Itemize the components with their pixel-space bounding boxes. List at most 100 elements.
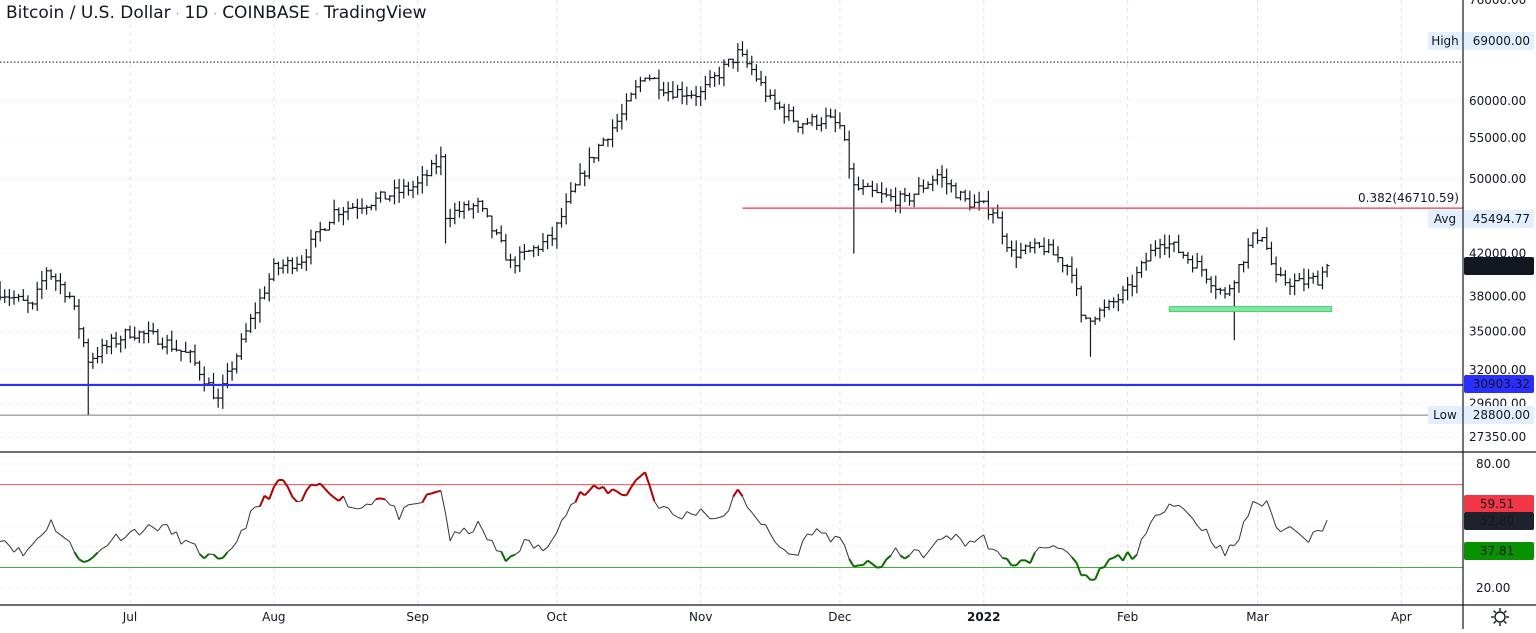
- rsi-line-segment: [399, 508, 404, 520]
- settings-gear-icon[interactable]: [1488, 605, 1512, 629]
- rsi-line-segment: [1285, 527, 1290, 529]
- rsi-line-segment: [562, 515, 567, 520]
- rsi-line-segment: [88, 557, 93, 560]
- rsi-line-segment: [153, 527, 158, 531]
- rsi-line-segment: [594, 485, 599, 489]
- rsi-line-segment: [1155, 515, 1160, 516]
- fib-label: 0.382(46710.59): [1358, 191, 1459, 205]
- rsi-line-segment: [427, 493, 432, 494]
- rsi-line-segment: [998, 552, 1003, 558]
- price-chart[interactable]: 0.382(46710.59)76000.0060000.0055000.005…: [0, 0, 1536, 629]
- time-tick-label: Nov: [689, 610, 712, 624]
- rsi-line-segment: [23, 549, 28, 556]
- rsi-line-segment: [1188, 514, 1193, 519]
- rsi-line-segment: [1146, 522, 1151, 533]
- rsi-line-segment: [362, 504, 367, 508]
- rsi-line-segment: [1197, 525, 1202, 530]
- rsi-line-segment: [738, 489, 743, 496]
- rsi-line-segment: [432, 492, 437, 494]
- source: TradingView: [324, 3, 427, 23]
- rsi-line-segment: [608, 489, 613, 493]
- rsi-line-segment: [0, 541, 5, 542]
- rsi-line-segment: [905, 555, 910, 558]
- rsi-line-segment: [1248, 501, 1253, 515]
- rsi-line-segment: [1295, 530, 1300, 534]
- rsi-line-segment: [826, 533, 831, 542]
- rsi-line-segment: [942, 536, 947, 539]
- price-badge-high-value: 69000.00: [1473, 34, 1530, 48]
- rsi-line-segment: [260, 496, 265, 507]
- rsi-line-segment: [775, 542, 780, 547]
- rsi-line-segment: [678, 517, 683, 519]
- rsi-line-segment: [1053, 546, 1058, 549]
- rsi-line-segment: [696, 509, 701, 515]
- rsi-line-segment: [1058, 548, 1063, 549]
- time-tick-label: 2022: [967, 610, 1000, 624]
- rsi-line-segment: [186, 540, 191, 542]
- interval[interactable]: 1D: [184, 3, 208, 23]
- rsi-line-segment: [840, 538, 845, 546]
- price-tick-label: 55000.00: [1469, 131, 1526, 145]
- time-tick-label: Oct: [547, 610, 568, 624]
- symbol-name[interactable]: Bitcoin / U.S. Dollar: [6, 3, 171, 23]
- rsi-line-segment: [93, 553, 98, 558]
- rsi-line-segment: [195, 544, 200, 554]
- rsi-line-segment: [455, 532, 460, 534]
- rsi-line-segment: [1067, 552, 1072, 557]
- rsi-line-segment: [534, 545, 539, 548]
- rsi-line-segment: [302, 491, 307, 501]
- rsi-line-segment: [817, 529, 822, 533]
- rsi-line-segment: [687, 512, 692, 514]
- rsi-line-segment: [181, 540, 186, 544]
- exchange: COINBASE: [222, 3, 310, 23]
- rsi-line-segment: [877, 567, 882, 568]
- price-tick-label: 35000.00: [1469, 325, 1526, 339]
- rsi-line-segment: [965, 541, 970, 546]
- rsi-line-segment: [812, 529, 817, 536]
- rsi-line-segment: [390, 505, 395, 506]
- price-badge-high-tag-text: High: [1431, 34, 1459, 48]
- rsi-line-segment: [404, 505, 409, 508]
- price-tick-label: 76000.00: [1469, 0, 1526, 7]
- rsi-line-segment: [283, 480, 288, 487]
- rsi-line-segment: [780, 547, 785, 550]
- rsi-line-segment: [209, 554, 214, 555]
- rsi-line-segment: [548, 540, 553, 547]
- rsi-line-segment: [176, 532, 181, 544]
- rsi-line-segment: [589, 485, 594, 490]
- rsi-line-segment: [794, 555, 799, 556]
- rsi-line-segment: [919, 550, 924, 557]
- rsi-line-segment: [130, 529, 135, 532]
- rsi-badge-value: 52.80: [1480, 514, 1514, 528]
- rsi-line-segment: [60, 535, 65, 539]
- rsi-line-segment: [933, 540, 938, 546]
- rsi-line-segment: [1016, 560, 1021, 565]
- time-tick-label: Apr: [1391, 610, 1412, 624]
- rsi-line-segment: [1271, 513, 1276, 527]
- rsi-line-segment: [436, 491, 441, 492]
- support-zone-rectangle[interactable]: [1169, 307, 1331, 312]
- rsi-line-segment: [742, 496, 747, 507]
- rsi-line-segment: [1309, 532, 1314, 542]
- rsi-line-segment: [200, 554, 205, 558]
- rsi-line-segment: [1030, 553, 1035, 564]
- rsi-line-segment: [98, 549, 103, 553]
- rsi-line-segment: [1086, 575, 1091, 580]
- rsi-line-segment: [51, 520, 56, 532]
- rsi-line-segment: [845, 545, 850, 559]
- rsi-line-segment: [223, 552, 228, 558]
- rsi-line-segment: [891, 548, 896, 556]
- rsi-line-segment: [441, 491, 446, 513]
- rsi-line-segment: [1299, 534, 1304, 538]
- rsi-line-segment: [139, 531, 144, 536]
- rsi-line-segment: [334, 498, 339, 501]
- rsi-line-segment: [784, 550, 789, 554]
- rsi-line-segment: [144, 524, 149, 530]
- rsi-line-segment: [1313, 530, 1318, 532]
- rsi-line-segment: [654, 501, 659, 508]
- rsi-line-segment: [719, 516, 724, 518]
- rsi-tick-label: 80.00: [1476, 457, 1510, 471]
- rsi-line-segment: [937, 539, 942, 540]
- rsi-line-segment: [492, 540, 497, 551]
- rsi-line-segment: [1258, 503, 1263, 506]
